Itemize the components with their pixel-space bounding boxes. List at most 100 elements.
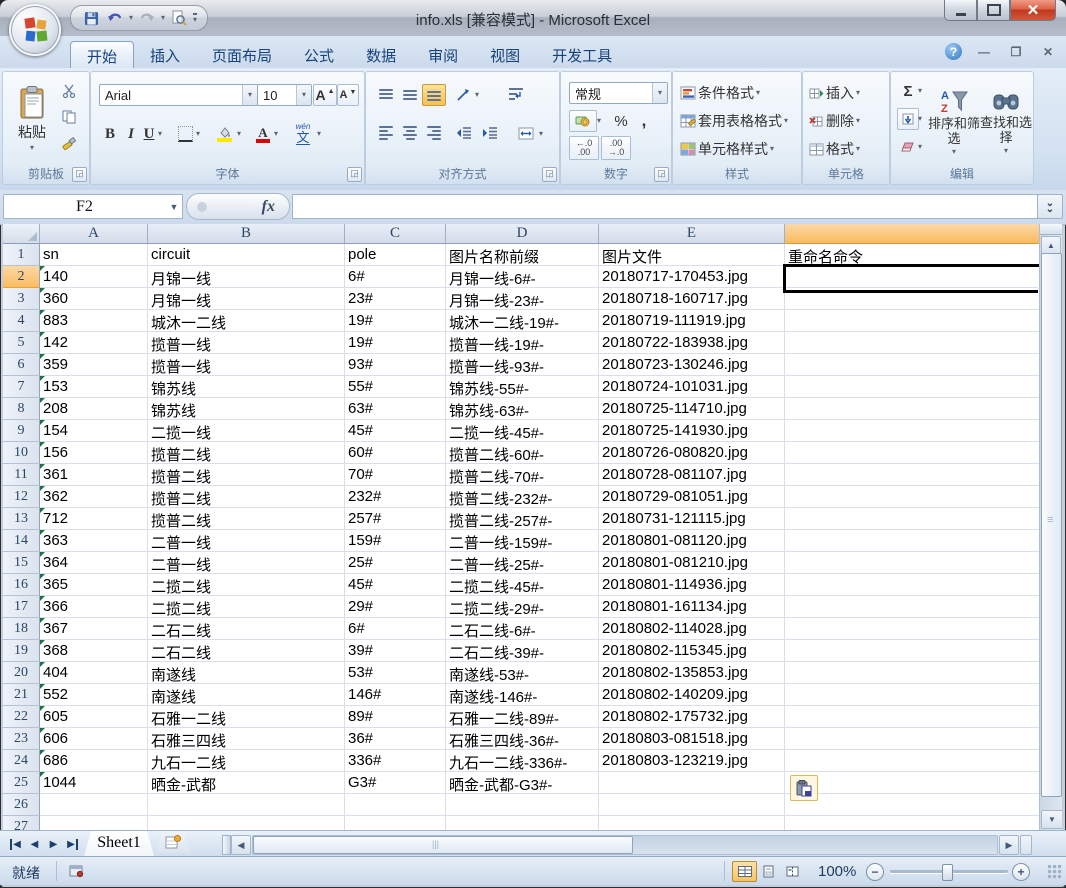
cell-C6[interactable]: 93# [345,354,446,376]
cell-F27[interactable] [785,816,1040,830]
tab-data[interactable]: 数据 [350,41,412,68]
tab-formulas[interactable]: 公式 [288,41,350,68]
cell-D11[interactable]: 揽普二线-70#- [446,464,599,486]
cell-C13[interactable]: 257# [345,508,446,530]
row-header-15[interactable]: 15 [3,552,40,574]
clipboard-dialog-launcher[interactable]: ◲ [72,167,87,182]
cell-C17[interactable]: 29# [345,596,446,618]
column-header-b[interactable]: B [148,224,345,244]
cell-C10[interactable]: 60# [345,442,446,464]
cell-E18[interactable]: 20180802-114028.jpg [599,618,785,640]
select-all-corner[interactable] [3,224,40,244]
formula-input[interactable] [292,194,1038,219]
row-header-13[interactable]: 13 [3,508,40,530]
number-format-combo[interactable]: 常规 ▾ [569,82,668,104]
vertical-scroll-thumb[interactable] [1041,253,1062,797]
row-header-18[interactable]: 18 [3,618,40,640]
cell-D27[interactable] [446,816,599,830]
window-resize-grip[interactable] [1048,865,1062,879]
cell-B14[interactable]: 二普一线 [148,530,345,552]
cell-B21[interactable]: 南遂线 [148,684,345,706]
cell-E1[interactable]: 图片文件 [599,244,785,266]
cell-C20[interactable]: 53# [345,662,446,684]
cell-E4[interactable]: 20180719-111919.jpg [599,310,785,332]
phonetic-dropdown-icon[interactable]: ▾ [317,130,321,138]
cell-F4[interactable] [785,310,1040,332]
cell-D4[interactable]: 城沐一二线-19#- [446,310,599,332]
cell-B5[interactable]: 揽普一线 [148,332,345,354]
increase-indent-button[interactable] [476,122,502,144]
tab-split-grip[interactable] [1020,835,1032,855]
phonetic-guide-button[interactable]: wén 文 [289,120,317,148]
macro-record-button[interactable] [64,861,89,882]
cell-D26[interactable] [446,794,599,816]
zoom-slider-track[interactable] [890,870,1008,873]
cell-E27[interactable] [599,816,785,830]
cell-D20[interactable]: 南遂线-53#- [446,662,599,684]
row-header-17[interactable]: 17 [3,596,40,618]
cell-A19[interactable]: 368 [40,640,148,662]
row-header-8[interactable]: 8 [3,398,40,420]
percent-style-button[interactable]: % [609,110,633,132]
cell-A25[interactable]: 1044 [40,772,148,794]
cell-E13[interactable]: 20180731-121115.jpg [599,508,785,530]
cell-E19[interactable]: 20180802-115345.jpg [599,640,785,662]
row-header-24[interactable]: 24 [3,750,40,772]
cell-A14[interactable]: 363 [40,530,148,552]
cell-F22[interactable] [785,706,1040,728]
cell-F3[interactable] [785,288,1040,310]
cell-A26[interactable] [40,794,148,816]
row-header-1[interactable]: 1 [3,244,40,266]
align-top-button[interactable] [374,84,398,106]
fill-button[interactable] [897,108,919,130]
cell-C4[interactable]: 19# [345,310,446,332]
cell-C21[interactable]: 146# [345,684,446,706]
cell-E8[interactable]: 20180725-114710.jpg [599,398,785,420]
cell-F17[interactable] [785,596,1040,618]
zoom-out-button[interactable]: − [866,863,884,881]
cell-B3[interactable]: 月锦一线 [148,288,345,310]
cell-D16[interactable]: 二揽二线-45#- [446,574,599,596]
conditional-formatting-button[interactable]: 条件格式 ▾ [679,80,797,106]
first-sheet-button[interactable]: ◀ [6,835,25,853]
cell-B7[interactable]: 锦苏线 [148,376,345,398]
qat-customize-icon[interactable]: ▾ [193,13,197,24]
column-header-a[interactable]: A [40,224,148,244]
cell-B24[interactable]: 九石一二线 [148,750,345,772]
clear-dropdown-icon[interactable]: ▾ [918,143,922,151]
cell-A4[interactable]: 883 [40,310,148,332]
cell-B12[interactable]: 揽普二线 [148,486,345,508]
column-header-e[interactable]: E [599,224,785,244]
cell-F26[interactable] [785,794,1040,816]
cell-D24[interactable]: 九石一二线-336#- [446,750,599,772]
page-break-preview-button[interactable] [780,861,805,882]
save-icon[interactable] [81,8,101,28]
format-as-table-button[interactable]: 套用表格格式 ▾ [679,108,797,134]
cell-D17[interactable]: 二揽二线-29#- [446,596,599,618]
align-bottom-button[interactable] [422,84,446,106]
cell-C7[interactable]: 55# [345,376,446,398]
undo-dropdown-icon[interactable]: ▾ [129,14,133,22]
delete-cells-button[interactable]: 删除 ▾ [808,108,886,134]
accounting-format-button[interactable] [569,110,597,132]
row-header-25[interactable]: 25 [3,772,40,794]
cell-E9[interactable]: 20180725-141930.jpg [599,420,785,442]
cell-D18[interactable]: 二石二线-6#- [446,618,599,640]
cell-E16[interactable]: 20180801-114936.jpg [599,574,785,596]
column-header-f[interactable] [785,224,1040,244]
cell-A24[interactable]: 686 [40,750,148,772]
cell-C19[interactable]: 39# [345,640,446,662]
cell-E17[interactable]: 20180801-161134.jpg [599,596,785,618]
row-header-5[interactable]: 5 [3,332,40,354]
cell-B20[interactable]: 南遂线 [148,662,345,684]
cell-F10[interactable] [785,442,1040,464]
cell-F24[interactable] [785,750,1040,772]
cell-D25[interactable]: 晒金-武都-G3#- [446,772,599,794]
cell-E25[interactable] [599,772,785,794]
align-center-button[interactable] [398,122,422,144]
cell-B26[interactable] [148,794,345,816]
underline-dropdown-icon[interactable]: ▾ [158,130,162,138]
undo-icon[interactable] [105,8,125,28]
cell-E20[interactable]: 20180802-135853.jpg [599,662,785,684]
font-color-button[interactable]: A [251,122,275,146]
